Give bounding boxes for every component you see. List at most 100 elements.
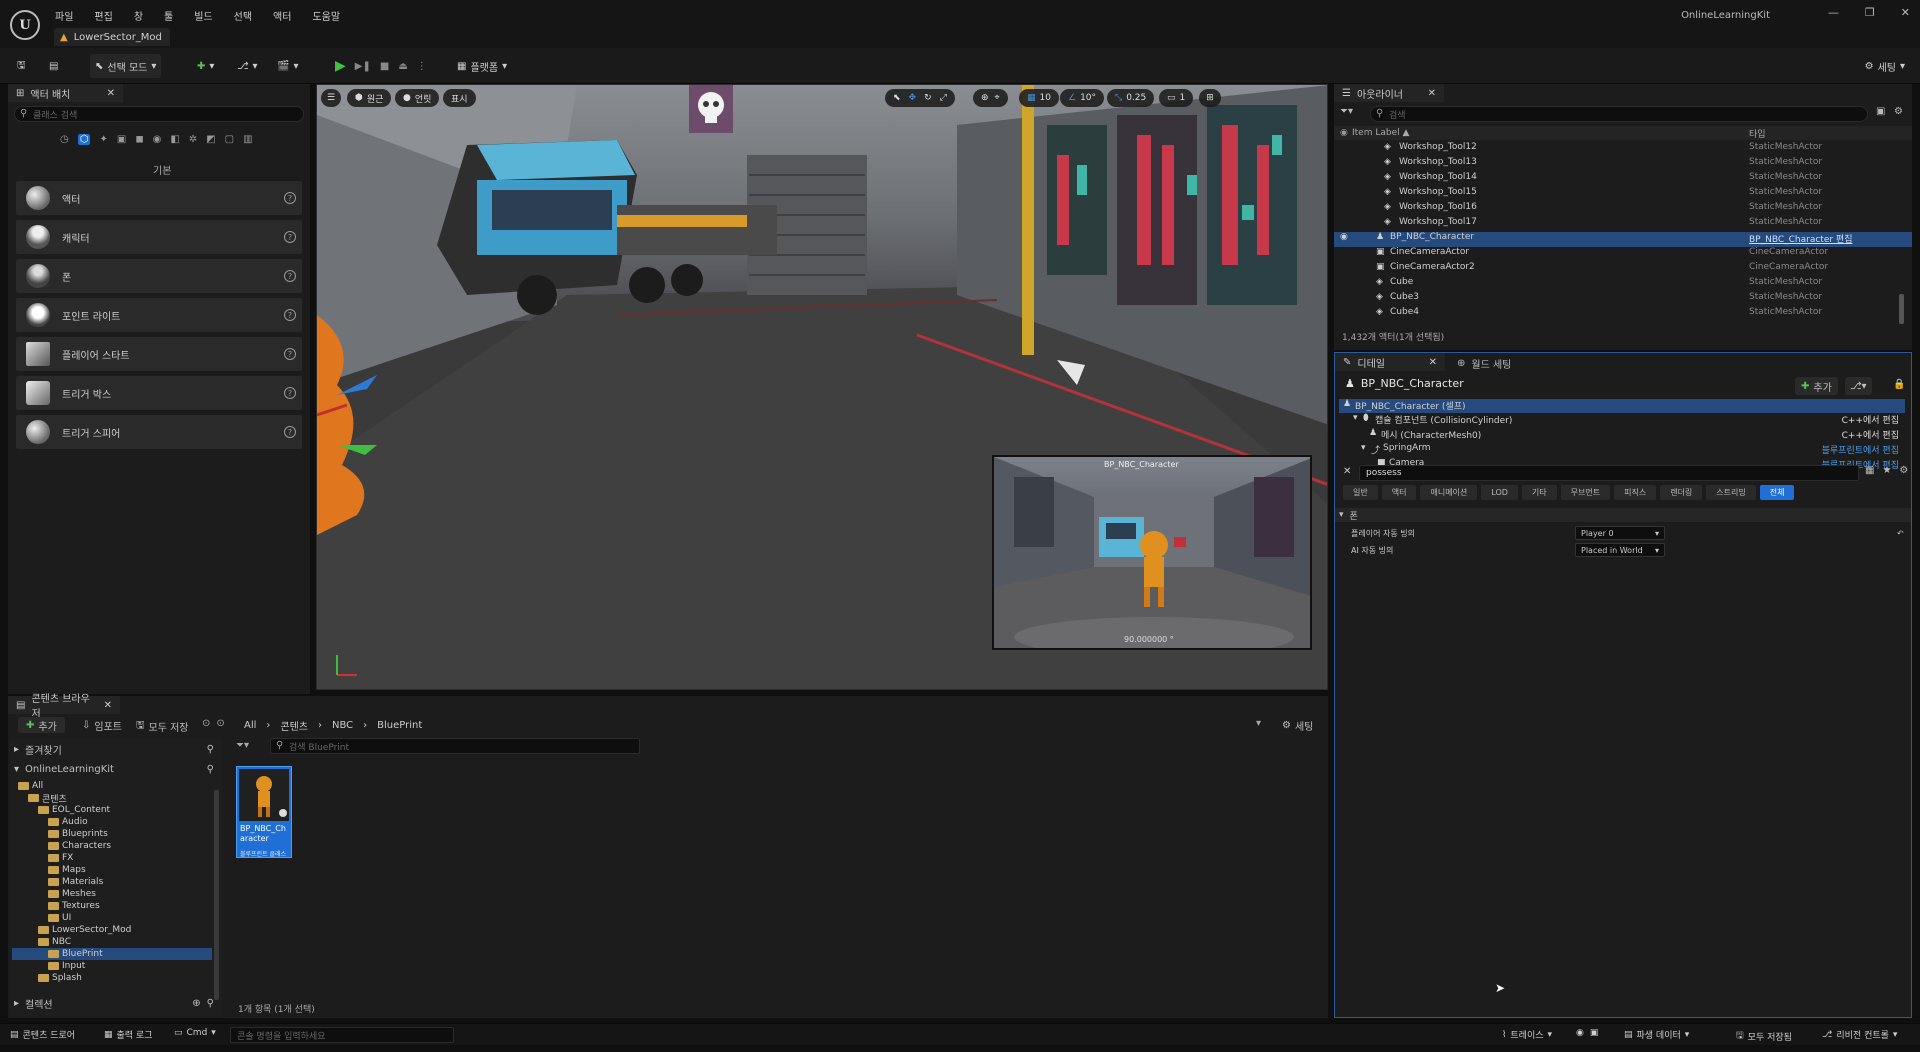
clear-filter-icon[interactable]: ✕	[1343, 466, 1351, 477]
close-icon[interactable]: ✕	[1429, 357, 1437, 368]
misc-icon[interactable]: ▥	[243, 134, 252, 145]
help-icon[interactable]: ?	[284, 426, 296, 438]
menu-item[interactable]: 편집	[94, 8, 112, 23]
outliner-row[interactable]: ◈ Workshop_Tool14 StaticMeshActor	[1334, 172, 1912, 187]
console-input[interactable]: 콘솔 명령을 입력하세요	[230, 1027, 454, 1043]
reset-icon[interactable]: ↶	[1897, 529, 1904, 538]
asset-tile-selected[interactable]: BP_NBC_Character 블루프린트 클래스	[236, 766, 292, 858]
edit-in-cpp-link[interactable]: C++에서 편집	[1842, 428, 1899, 441]
tree-item[interactable]: EOL_Content	[12, 804, 212, 816]
category-tab[interactable]: 피직스	[1614, 485, 1657, 500]
tree-item[interactable]: NBC	[12, 936, 212, 948]
rotation-snap-button[interactable]: ∠ 10°	[1060, 89, 1105, 107]
content-drawer-button[interactable]: ▤ 콘텐츠 드로어	[10, 1028, 75, 1042]
select-icon[interactable]: ⬉	[893, 93, 901, 103]
star-icon[interactable]: ★	[1882, 465, 1891, 476]
tree-item[interactable]: Blueprints	[12, 828, 212, 840]
auto-possess-player-select[interactable]: Player 0 ▾	[1575, 526, 1665, 540]
lights-icon[interactable]: ✦	[99, 134, 107, 145]
world-settings-tab[interactable]: ⊕ 월드 세팅	[1457, 356, 1511, 371]
expand-icon[interactable]: ▾	[1353, 413, 1358, 423]
viewport-menu-icon[interactable]: ☰	[321, 89, 341, 107]
category-tab[interactable]: 애니메이션	[1420, 485, 1478, 500]
tree-scrollbar[interactable]	[214, 790, 219, 1000]
help-icon[interactable]: ?	[284, 270, 296, 282]
outliner-search-input[interactable]: ⚲ 검색	[1370, 106, 1868, 122]
content-browser-tab[interactable]: ▤ 콘텐츠 브라우저 ✕	[8, 694, 120, 720]
save-icon[interactable]: 🖫	[12, 54, 31, 78]
close-icon[interactable]: ✕	[1428, 88, 1436, 99]
actor-item[interactable]: 포인트 라이트?	[16, 298, 302, 332]
chevron-down-icon[interactable]: ▾	[1256, 718, 1261, 729]
breadcrumb-item[interactable]: 콘텐츠	[280, 718, 308, 733]
scale-icon[interactable]: ⤢	[940, 93, 947, 103]
help-icon[interactable]: ?	[284, 387, 296, 399]
cinematics-icon[interactable]: 🎬 ▾	[272, 54, 303, 78]
grid-view-icon[interactable]: ▦	[1865, 465, 1874, 476]
tree-item[interactable]: 콘텐츠	[12, 792, 212, 805]
visual-effects-icon[interactable]: ◉	[153, 134, 162, 145]
outliner-row[interactable]: ◈ Cube StaticMeshActor	[1334, 277, 1912, 292]
cinematic-icon[interactable]: ◼	[135, 134, 143, 145]
add-button[interactable]: ✚ 추가	[18, 717, 65, 733]
cmd-button[interactable]: ▭ Cmd ▾	[174, 1028, 216, 1038]
category-tab[interactable]: 무브먼트	[1560, 485, 1611, 500]
details-tab[interactable]: ✎ 디테일 ✕	[1335, 353, 1445, 371]
actor-item[interactable]: 액터?	[16, 181, 302, 215]
help-icon[interactable]: ?	[284, 192, 296, 204]
source-control-button[interactable]: ⎇ 리비전 컨트롤 ▾	[1822, 1028, 1897, 1042]
tree-item[interactable]: Characters	[12, 840, 212, 852]
category-tab[interactable]: 액터	[1381, 485, 1417, 500]
filter-icon[interactable]: ⏷▾	[236, 740, 249, 751]
details-search-input[interactable]: possess	[1359, 465, 1859, 481]
search-icon[interactable]: ⚲	[207, 764, 214, 775]
outliner-tab[interactable]: ☰ 아웃라이너 ✕	[1334, 84, 1444, 102]
tree-item[interactable]: FX	[12, 852, 212, 864]
lock-icon[interactable]: 🔒	[1893, 379, 1905, 390]
actor-item[interactable]: 캐릭터?	[16, 220, 302, 254]
blueprint-icon[interactable]: ⎇ ▾	[232, 54, 263, 78]
actor-item[interactable]: 폰?	[16, 259, 302, 293]
output-log-button[interactable]: ▦ 출력 로그	[104, 1028, 153, 1042]
translate-icon[interactable]: ✥	[909, 93, 917, 103]
geometry-icon[interactable]: ◩	[206, 134, 215, 145]
close-icon[interactable]: ✕	[104, 700, 112, 711]
perspective-button[interactable]: ⬢ 원근	[347, 89, 392, 107]
actor-item[interactable]: 플레이어 스타트?	[16, 337, 302, 371]
menu-item[interactable]: 창	[134, 8, 143, 23]
show-button[interactable]: 표시	[443, 89, 476, 107]
settings-button[interactable]: ⚙ 세팅	[1282, 718, 1313, 733]
menu-item[interactable]: 액터	[273, 8, 291, 23]
level-tab[interactable]: ▲ LowerSector_Mod	[54, 28, 170, 46]
tree-item[interactable]: UI	[12, 912, 212, 924]
outliner-row[interactable]: ▣ CineCameraActor CineCameraActor	[1334, 247, 1912, 262]
browse-icon[interactable]: ▤	[44, 54, 63, 78]
shapes-icon[interactable]: ▣	[117, 134, 126, 145]
more-options-icon[interactable]: ⋮	[417, 61, 427, 72]
menu-item[interactable]: 툴	[164, 8, 173, 23]
scale-snap-button[interactable]: ⤡ 0.25	[1107, 89, 1155, 107]
help-icon[interactable]: ?	[284, 348, 296, 360]
unreal-logo[interactable]: U	[10, 10, 40, 40]
component-row[interactable]: ▾ ⤴ SpringArm 블루프린트에서 편집	[1339, 443, 1905, 458]
tree-item[interactable]: All	[12, 780, 212, 792]
collections-header[interactable]: ▸ 컬렉션 ⊕ ⚲	[14, 996, 214, 1011]
save-all-button[interactable]: 🖫 모두 저장	[136, 718, 189, 735]
gear-icon[interactable]: ⚙	[1894, 106, 1903, 117]
edit-in-cpp-link[interactable]: C++에서 편집	[1842, 413, 1899, 426]
expand-icon[interactable]: ▾	[1361, 443, 1366, 453]
add-component-button[interactable]: ✚ 추가	[1795, 377, 1838, 395]
outliner-row[interactable]: ◈ Workshop_Tool15 StaticMeshActor	[1334, 187, 1912, 202]
eject-icon[interactable]: ⏏	[398, 61, 407, 72]
outliner-row[interactable]: ◈ Cube3 StaticMeshActor	[1334, 292, 1912, 307]
blueprint-options-button[interactable]: ⎇▾	[1845, 377, 1872, 395]
menu-item[interactable]: 파일	[55, 8, 73, 23]
tree-item[interactable]: Materials	[12, 876, 212, 888]
settings-button[interactable]: ⚙ 세팅 ▾	[1860, 54, 1910, 78]
back-icon[interactable]: ⊙	[202, 718, 210, 729]
outliner-row[interactable]: ▣ CineCameraActor2 CineCameraActor	[1334, 262, 1912, 277]
help-icon[interactable]: ?	[284, 309, 296, 321]
outliner-row[interactable]: ◈ Workshop_Tool17 StaticMeshActor	[1334, 217, 1912, 232]
rotate-icon[interactable]: ↻	[924, 93, 932, 103]
breadcrumb-item[interactable]: BluePrint	[377, 720, 422, 731]
